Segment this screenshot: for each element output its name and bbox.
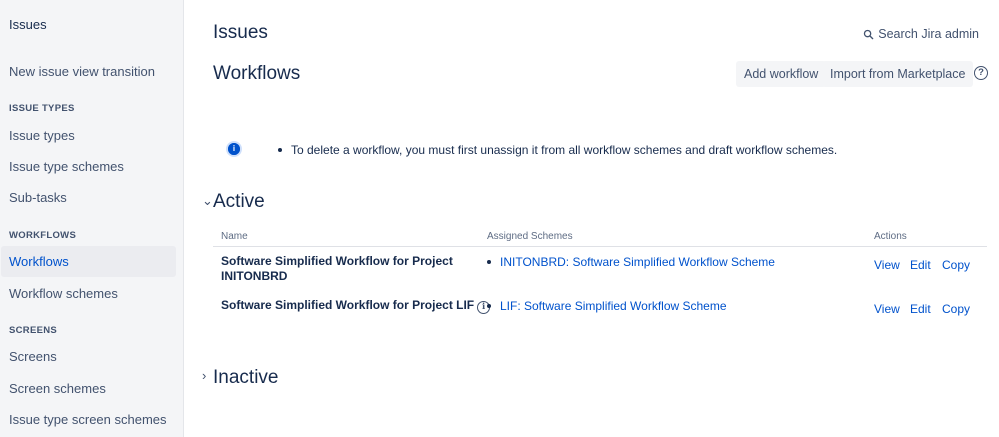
edit-link[interactable]: Edit xyxy=(910,258,931,272)
inactive-section-title[interactable]: Inactive xyxy=(213,367,278,389)
sidebar-item-workflows[interactable]: Workflows xyxy=(1,246,176,277)
search-icon xyxy=(864,29,874,39)
scheme-link-text[interactable]: INITONBRD: Software Simplified Workflow … xyxy=(500,255,775,269)
breadcrumb[interactable]: Issues xyxy=(213,22,268,44)
add-workflow-button[interactable]: Add workflow xyxy=(736,61,827,87)
sidebar-item-screens[interactable]: Screens xyxy=(1,341,176,372)
scheme-link[interactable]: LIF: Software Simplified Workflow Scheme xyxy=(487,299,727,313)
table-row-name: Software Simplified Workflow for Project… xyxy=(221,298,491,314)
sidebar-item-issue-type-screen-schemes[interactable]: Issue type screen schemes xyxy=(1,404,176,435)
sidebar-item-screen-schemes[interactable]: Screen schemes xyxy=(1,373,176,404)
info-message-text: To delete a workflow, you must first una… xyxy=(291,143,838,157)
sidebar-title: Issues xyxy=(9,17,47,32)
workflow-name-line1: Software Simplified Workflow for Project xyxy=(221,254,453,268)
scheme-link[interactable]: INITONBRD: Software Simplified Workflow … xyxy=(487,255,775,269)
edit-link[interactable]: Edit xyxy=(910,302,931,316)
active-section-title[interactable]: Active xyxy=(213,191,265,213)
sidebar-item-issue-types[interactable]: Issue types xyxy=(1,120,176,151)
table-row-name: Software Simplified Workflow for Project… xyxy=(221,254,453,284)
info-message: To delete a workflow, you must first una… xyxy=(278,143,837,157)
sidebar: Issues New issue view transition ISSUE T… xyxy=(0,0,184,437)
sidebar-item-workflow-schemes[interactable]: Workflow schemes xyxy=(1,278,176,309)
search-jira-admin[interactable]: Search Jira admin xyxy=(863,27,979,41)
search-label: Search Jira admin xyxy=(878,27,979,41)
table-header-divider xyxy=(213,246,987,247)
import-from-marketplace-button[interactable]: Import from Marketplace xyxy=(822,61,974,87)
sidebar-section-screens: SCREENS xyxy=(9,325,58,336)
view-link[interactable]: View xyxy=(874,258,900,272)
sidebar-section-issue-types: ISSUE TYPES xyxy=(9,103,75,114)
column-header-assigned-schemes: Assigned Schemes xyxy=(487,231,573,242)
main-content: Issues Search Jira admin Workflows Add w… xyxy=(184,0,999,437)
info-icon: i xyxy=(226,141,242,157)
scheme-link-text[interactable]: LIF: Software Simplified Workflow Scheme xyxy=(500,299,727,313)
workflow-name-line2: INITONBRD xyxy=(221,269,288,283)
active-toggle-chevron-down-icon[interactable]: ⌄ xyxy=(202,193,213,209)
copy-link[interactable]: Copy xyxy=(942,302,970,316)
sidebar-section-workflows: WORKFLOWS xyxy=(9,230,77,241)
sidebar-item-sub-tasks[interactable]: Sub-tasks xyxy=(1,182,176,213)
copy-link[interactable]: Copy xyxy=(942,258,970,272)
sidebar-item-issue-type-schemes[interactable]: Issue type schemes xyxy=(1,151,176,182)
page-title: Workflows xyxy=(213,63,301,84)
column-header-name: Name xyxy=(221,231,248,242)
help-icon[interactable]: ? xyxy=(974,66,988,80)
column-header-actions: Actions xyxy=(874,231,907,242)
workflow-name-line1: Software Simplified Workflow for Project… xyxy=(221,298,475,312)
inactive-toggle-chevron-right-icon[interactable]: › xyxy=(202,368,206,383)
info-icon-glyph: i xyxy=(228,143,240,155)
sidebar-item-new-issue-view-transition[interactable]: New issue view transition xyxy=(1,56,176,87)
view-link[interactable]: View xyxy=(874,302,900,316)
